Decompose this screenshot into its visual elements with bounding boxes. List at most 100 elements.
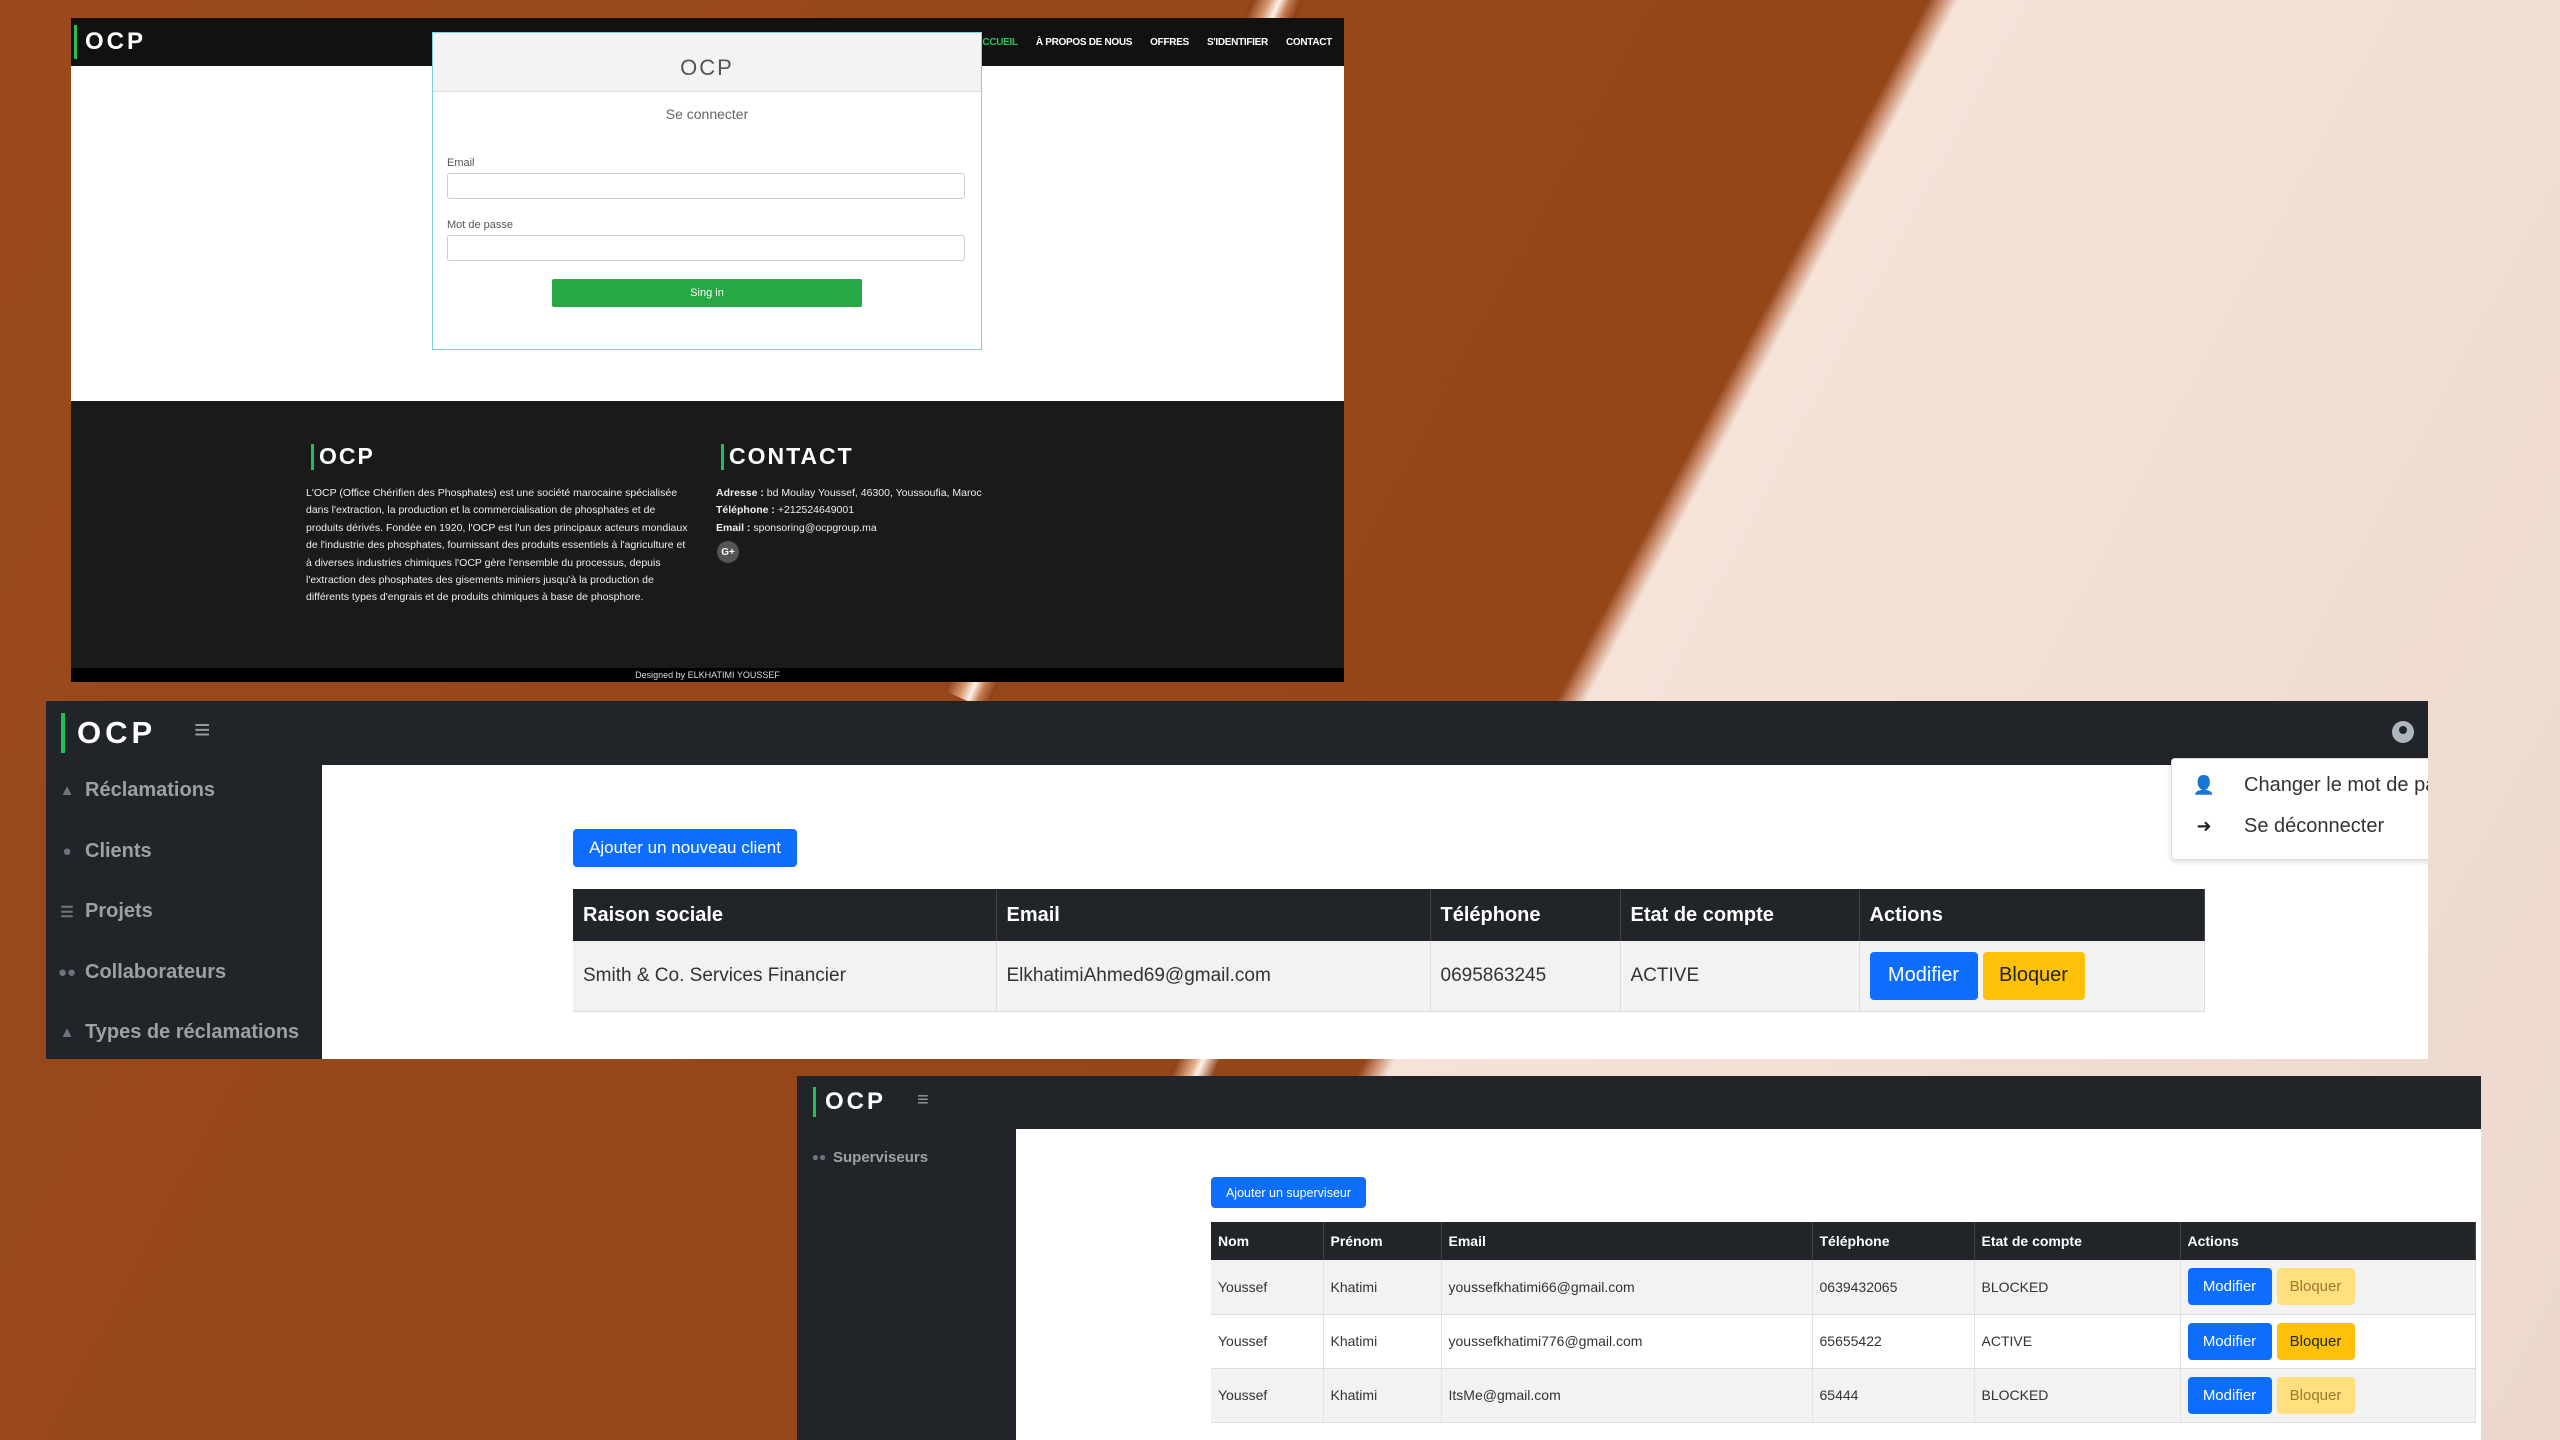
brand-name: OCP [77,715,157,750]
modifier-button[interactable]: Modifier [1869,951,1978,1000]
sidebar-item-label: Collaborateurs [85,961,227,983]
brand-name: OCP [85,28,147,55]
footer-about-text: L'OCP (Office Chérifien des Phosphates) … [306,487,688,604]
column-header: Email [996,889,1431,941]
sidebar-item-label: Projets [85,900,153,922]
bloquer-button[interactable]: Bloquer [2276,1322,2355,1360]
sidebar-item-label: Types de réclamations [85,1021,300,1043]
user-icon: ● [62,843,72,860]
logout-item[interactable]: ➜ Se déconnecter [2192,814,2384,838]
sidebar-item-clients[interactable]: ● Clients [58,840,152,863]
phone-label: Téléphone : [716,504,775,517]
footer-about-title: OCP [319,443,375,469]
cell-nom: Youssef [1211,1260,1324,1315]
column-header: Etat de compte [1974,1222,2181,1260]
bloquer-button[interactable]: Bloquer [1982,951,2085,1000]
admin-topbar: OCP ≡ [46,701,2428,765]
bloquer-button-disabled: Bloquer [2276,1268,2355,1306]
add-client-button[interactable]: Ajouter un nouveau client [573,829,797,867]
footer-accent-bar [721,443,724,470]
superviseurs-page-screenshot: OCP ≡ ●● Superviseurs Ajouter un supervi… [797,1076,2481,1440]
cell-actions: Modifier Bloquer [1859,941,2205,1012]
cell-telephone: 0639432065 [1812,1260,1975,1315]
table-header-row: Nom Prénom Email Téléphone Etat de compt… [1211,1222,2476,1260]
google-plus-icon[interactable]: G+ [717,541,739,563]
hamburger-menu-icon[interactable]: ≡ [917,1089,929,1112]
nav-link-contact[interactable]: CONTACT [1286,37,1332,48]
sidebar-item-superviseurs[interactable]: ●● Superviseurs [812,1148,928,1166]
admin-topbar: OCP ≡ [797,1076,2481,1129]
column-header: Téléphone [1812,1222,1975,1260]
cell-prenom: Khatimi [1323,1368,1442,1423]
brand-logo[interactable]: OCP [813,1087,886,1117]
sidebar-item-label: Clients [85,840,152,862]
footer-accent-bar [311,443,314,470]
table-row: Youssef Khatimi youssefkhatimi776@gmail.… [1211,1314,2476,1369]
login-card-header: OCP [433,33,981,92]
footer-contact-details: Adresse : bd Moulay Youssef, 46300, Yous… [716,485,982,537]
brand-logo[interactable]: OCP [61,713,156,753]
cell-email: youssefkhatimi776@gmail.com [1441,1314,1813,1369]
brand-accent-bar [813,1087,816,1117]
users-icon: ●● [811,1150,827,1164]
bloquer-button-disabled: Bloquer [2276,1376,2355,1414]
footer-contact-title: CONTACT [729,443,854,469]
cell-telephone: 0695863245 [1430,941,1621,1012]
nav-link-identifier[interactable]: S'IDENTIFIER [1207,37,1268,48]
column-header: Actions [2180,1222,2476,1260]
table-header-row: Raison sociale Email Téléphone Etat de c… [573,889,2205,941]
sidebar-item-projets[interactable]: ☰ Projets [58,900,153,923]
sidebar-item-reclamations[interactable]: ▲ Réclamations [58,779,216,802]
modifier-button[interactable]: Modifier [2187,1322,2272,1360]
brand-logo[interactable]: OCP [74,25,146,59]
sidebar-item-collaborateurs[interactable]: ●● Collaborateurs [58,961,226,984]
footer-contact-heading: CONTACT [716,443,854,470]
nav-link-a-propos[interactable]: À PROPOS DE NOUS [1036,37,1133,48]
add-supervisor-button[interactable]: Ajouter un superviseur [1211,1177,1366,1208]
modifier-button[interactable]: Modifier [2187,1268,2272,1306]
brand-accent-bar [74,25,77,59]
logout-label: Se déconnecter [2244,814,2385,837]
list-icon: ☰ [60,903,74,921]
cell-email: ElkhatimiAhmed69@gmail.com [996,941,1431,1012]
modifier-button[interactable]: Modifier [2187,1376,2272,1414]
cell-nom: Youssef [1211,1314,1324,1369]
email-label: Email [447,157,475,169]
column-header: Email [1441,1222,1813,1260]
column-header: Actions [1859,889,2205,941]
email-contact-value: sponsoring@ocpgroup.ma [753,521,877,534]
login-page-screenshot: OCP ACCUEIL À PROPOS DE NOUS OFFRES S'ID… [71,18,1344,682]
users-icon: ●● [57,964,77,981]
address-label: Adresse : [716,487,764,499]
cell-prenom: Khatimi [1323,1314,1442,1369]
column-header: Nom [1211,1222,1324,1260]
login-card-ghost-logo: OCP [680,55,734,80]
footer-credits: Designed by ELKHATIMI YOUSSEF [71,668,1344,682]
sidebar-item-label: Superviseurs [833,1148,929,1166]
user-gear-icon: 👤 [2192,774,2216,795]
table-row: Smith & Co. Services Financier Elkhatimi… [573,941,2205,1012]
sidebar-item-label: Réclamations [85,779,216,801]
cell-telephone: 65444 [1812,1368,1975,1423]
change-password-item[interactable]: 👤 Changer le mot de passe [2192,773,2428,797]
email-input[interactable] [447,173,965,199]
sidebar-item-types-reclamations[interactable]: ▲ Types de réclamations [58,1021,300,1044]
cell-raison-sociale: Smith & Co. Services Financier [573,941,997,1012]
hamburger-menu-icon[interactable]: ≡ [194,714,210,746]
table-row: Youssef Khatimi ItsMe@gmail.com 65444 BL… [1211,1368,2476,1423]
brand-accent-bar [61,713,65,753]
password-input[interactable] [447,235,965,261]
user-account-icon[interactable] [2392,721,2414,743]
brand-name: OCP [825,1088,887,1115]
change-password-label: Changer le mot de passe [2244,773,2428,796]
warning-icon: ▲ [59,782,75,799]
clients-page-screenshot: OCP ≡ ▲ Réclamations ● Clients ☰ Projets… [46,701,2428,1059]
cell-actions: Modifier Bloquer [2180,1368,2476,1423]
cell-nom: Youssef [1211,1368,1324,1423]
nav-link-offres[interactable]: OFFRES [1150,37,1189,48]
superviseurs-table: Nom Prénom Email Téléphone Etat de compt… [1211,1222,2476,1423]
login-title: Se connecter [665,106,749,122]
cell-etat: BLOCKED [1974,1368,2181,1423]
email-contact-label: Email : [716,521,751,534]
sign-in-button[interactable]: Sing in [552,279,862,307]
